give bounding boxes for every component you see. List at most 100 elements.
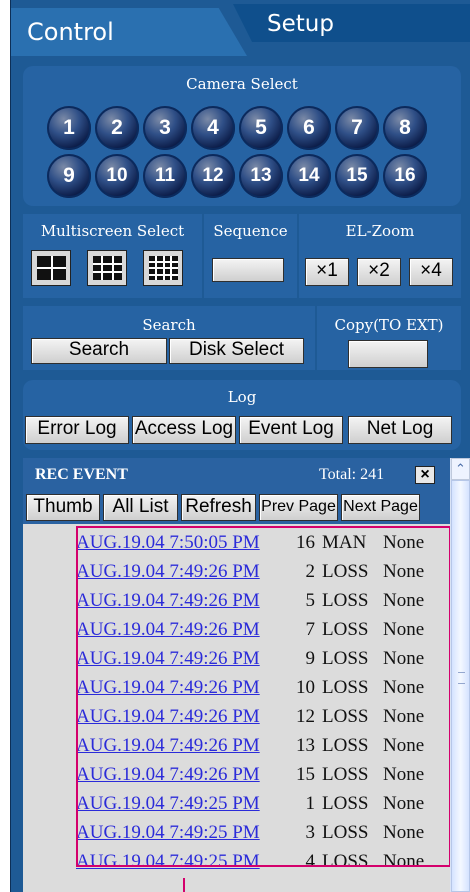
camera-button-12[interactable]: 12 (191, 154, 235, 198)
rec-event-total: Total: 241 (319, 466, 385, 483)
zoom-x4-button[interactable]: ×4 (409, 258, 453, 286)
camera-button-4[interactable]: 4 (191, 106, 235, 150)
event-type: LOSS (322, 735, 369, 756)
scroll-grip-icon (458, 672, 465, 684)
camera-button-7[interactable]: 7 (335, 106, 379, 150)
event-row[interactable]: AUG.19.04 7:49:26 PM 7 LOSS None (23, 617, 450, 646)
event-type: LOSS (322, 561, 369, 582)
access-log-button[interactable]: Access Log (132, 416, 236, 444)
event-row[interactable]: AUG.19.04 7:49:26 PM 2 LOSS None (23, 559, 450, 588)
control-panel-window: Control Setup Camera Select 1 2 3 4 5 6 … (10, 0, 470, 892)
camera-button-8[interactable]: 8 (383, 106, 427, 150)
event-camera: 2 (305, 561, 316, 582)
event-camera: 1 (305, 793, 316, 814)
thumb-button[interactable]: Thumb (26, 494, 100, 521)
event-state: None (383, 822, 425, 843)
event-state: None (383, 677, 425, 698)
event-type: LOSS (322, 619, 369, 640)
event-camera: 5 (305, 590, 316, 611)
copy-button[interactable] (348, 340, 428, 368)
camera-button-2[interactable]: 2 (95, 106, 139, 150)
event-row[interactable]: AUG.19.04 7:49:26 PM 12 LOSS None (23, 704, 450, 733)
all-list-button[interactable]: All List (103, 494, 178, 521)
close-icon: × (420, 466, 430, 483)
event-log-button[interactable]: Event Log (239, 416, 343, 444)
next-page-button[interactable]: Next Page (341, 494, 420, 521)
event-camera: 3 (305, 822, 316, 843)
disk-select-button[interactable]: Disk Select (169, 338, 304, 364)
event-state: None (383, 561, 425, 582)
nine-view-icon (93, 256, 122, 280)
event-state: None (383, 590, 425, 611)
zoom-x2-button[interactable]: ×2 (357, 258, 401, 286)
event-row[interactable]: AUG.19.04 7:49:26 PM 10 LOSS None (23, 675, 450, 704)
scroll-thumb[interactable] (451, 480, 470, 892)
close-button[interactable]: × (415, 466, 435, 484)
event-time-link[interactable]: AUG.19.04 7:49:25 PM (76, 793, 260, 815)
net-log-button[interactable]: Net Log (348, 416, 452, 444)
event-time-link[interactable]: AUG.19.04 7:49:26 PM (76, 677, 260, 699)
event-type: LOSS (322, 590, 369, 611)
multiscreen-3x3-button[interactable] (87, 250, 127, 286)
event-row[interactable]: AUG.19.04 7:49:26 PM 9 LOSS None (23, 646, 450, 675)
event-type: LOSS (322, 793, 369, 814)
quad-view-icon (37, 256, 66, 280)
event-time-link[interactable]: AUG.19.04 7:49:25 PM (76, 851, 260, 873)
zoom-x1-button[interactable]: ×1 (305, 258, 349, 286)
sequence-button[interactable] (212, 258, 284, 282)
event-time-link[interactable]: AUG.19.04 7:49:26 PM (76, 619, 260, 641)
event-camera: 9 (305, 648, 316, 669)
event-camera: 12 (296, 706, 315, 727)
el-zoom-panel: EL-Zoom ×1 ×2 ×4 (299, 214, 461, 298)
event-row[interactable]: AUG.19.04 7:49:25 PM 1 LOSS None (23, 791, 450, 820)
event-state: None (383, 648, 425, 669)
el-zoom-title: EL-Zoom (345, 222, 415, 240)
event-state: None (383, 851, 425, 872)
event-time-link[interactable]: AUG.19.04 7:49:26 PM (76, 764, 260, 786)
camera-button-11[interactable]: 11 (143, 154, 187, 198)
camera-button-15[interactable]: 15 (335, 154, 379, 198)
multiscreen-2x2-button[interactable] (31, 250, 71, 286)
camera-button-16[interactable]: 16 (383, 154, 427, 198)
log-panel: Log Error Log Access Log Event Log Net L… (23, 380, 461, 450)
event-row[interactable]: AUG.19.04 7:49:25 PM 4 LOSS None (23, 849, 450, 878)
scroll-up-button[interactable]: ⌃ (451, 458, 470, 480)
event-row[interactable]: AUG.19.04 7:50:05 PM 16 MAN None (23, 530, 450, 559)
camera-button-3[interactable]: 3 (143, 106, 187, 150)
multiscreen-4x4-button[interactable] (143, 250, 183, 286)
camera-button-5[interactable]: 5 (239, 106, 283, 150)
camera-select-title: Camera Select (186, 75, 298, 93)
event-list-scrollbar[interactable]: ⌃ (450, 458, 470, 892)
event-time-link[interactable]: AUG.19.04 7:49:26 PM (76, 590, 260, 612)
camera-button-6[interactable]: 6 (287, 106, 331, 150)
event-time-link[interactable]: AUG.19.04 7:50:05 PM (76, 532, 260, 554)
rec-event-area: REC EVENT Total: 241 × Thumb All List Re… (23, 458, 451, 892)
search-button[interactable]: Search (31, 338, 167, 364)
rec-event-title: REC EVENT (35, 466, 128, 483)
camera-button-13[interactable]: 13 (239, 154, 283, 198)
event-time-link[interactable]: AUG.19.04 7:49:26 PM (76, 706, 260, 728)
prev-page-button[interactable]: Prev Page (259, 494, 338, 521)
event-row[interactable]: AUG.19.04 7:49:26 PM 15 LOSS None (23, 762, 450, 791)
tab-control[interactable]: Control (11, 8, 247, 56)
camera-button-10[interactable]: 10 (95, 154, 139, 198)
event-row[interactable]: AUG.19.04 7:49:25 PM 3 LOSS None (23, 820, 450, 849)
event-type: LOSS (322, 822, 369, 843)
refresh-button[interactable]: Refresh (181, 494, 256, 521)
event-time-link[interactable]: AUG.19.04 7:49:26 PM (76, 735, 260, 757)
camera-button-14[interactable]: 14 (287, 154, 331, 198)
camera-button-9[interactable]: 9 (47, 154, 91, 198)
error-log-button[interactable]: Error Log (25, 416, 129, 444)
event-camera: 15 (296, 764, 315, 785)
camera-button-1[interactable]: 1 (47, 106, 91, 150)
multiscreen-panel: Multiscreen Select (23, 214, 202, 298)
event-time-link[interactable]: AUG.19.04 7:49:26 PM (76, 648, 260, 670)
tab-setup[interactable]: Setup (233, 4, 470, 42)
event-time-link[interactable]: AUG.19.04 7:49:25 PM (76, 822, 260, 844)
event-row[interactable]: AUG.19.04 7:49:26 PM 13 LOSS None (23, 733, 450, 762)
event-type: LOSS (322, 648, 369, 669)
event-time-link[interactable]: AUG.19.04 7:49:26 PM (76, 561, 260, 583)
event-camera: 4 (305, 851, 316, 872)
event-state: None (383, 764, 425, 785)
event-row[interactable]: AUG.19.04 7:49:26 PM 5 LOSS None (23, 588, 450, 617)
